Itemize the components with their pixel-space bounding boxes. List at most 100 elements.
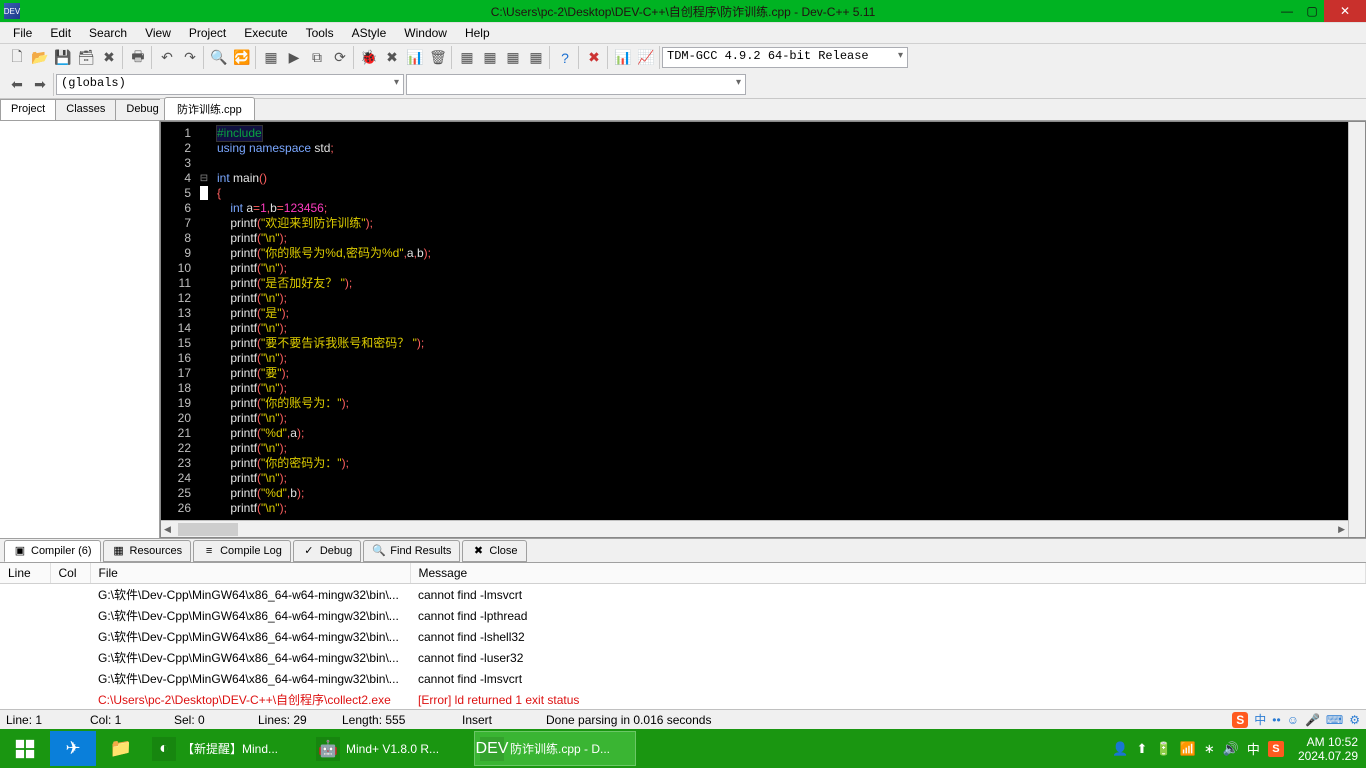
network-icon[interactable]: 📶 — [1180, 741, 1196, 757]
project-sidebar: ProjectClassesDebug — [0, 99, 160, 538]
ime-smile-icon[interactable]: ☺ — [1287, 713, 1299, 727]
output-tab[interactable]: ▦ Resources — [103, 540, 192, 562]
trash-icon[interactable]: 🗑 — [427, 47, 449, 69]
ime-gear-icon[interactable]: ⚙ — [1349, 713, 1360, 727]
bookmark-icon[interactable]: ▦ — [502, 47, 524, 69]
app-icon: DEV — [4, 3, 20, 19]
tray-icon[interactable]: 👤 — [1112, 741, 1128, 757]
compiler-output-table[interactable]: LineColFileMessage G:\软件\Dev-Cpp\MinGW64… — [0, 563, 1366, 709]
output-panel: ▣ Compiler (6)▦ Resources≡ Compile Log✓ … — [0, 539, 1366, 709]
compiler-row[interactable]: G:\软件\Dev-Cpp\MinGW64\x86_64-w64-mingw32… — [0, 668, 1366, 689]
status-sel: Sel: 0 — [174, 713, 258, 727]
bluetooth-icon[interactable]: ∗ — [1204, 741, 1215, 757]
print-icon[interactable]: 🖶 — [127, 47, 149, 69]
start-button[interactable] — [2, 731, 48, 766]
window-title: C:\Users\pc-2\Desktop\DEV-C++\自创程序\防诈训练.… — [491, 3, 876, 20]
menu-astyle[interactable]: AStyle — [343, 24, 396, 42]
run-icon[interactable]: ▶ — [283, 47, 305, 69]
output-tab[interactable]: ▣ Compiler (6) — [4, 540, 101, 562]
scope-combo[interactable]: (globals) — [56, 74, 404, 95]
project-tree[interactable] — [0, 121, 159, 538]
undo-icon[interactable]: ↶ — [156, 47, 178, 69]
member-combo[interactable] — [406, 74, 746, 95]
menu-edit[interactable]: Edit — [41, 24, 80, 42]
compiler-row[interactable]: C:\Users\pc-2\Desktop\DEV-C++\自创程序\colle… — [0, 689, 1366, 709]
close-button[interactable]: ✕ — [1324, 0, 1366, 22]
output-tab[interactable]: ✖ Close — [462, 540, 526, 562]
taskbar-app[interactable]: ◐【新提醒】Mind... — [146, 731, 308, 766]
debug-icon[interactable]: 🐞 — [358, 47, 380, 69]
compile-icon[interactable]: ▦ — [260, 47, 282, 69]
tray-icon[interactable]: ⬆ — [1137, 741, 1148, 757]
output-tab[interactable]: 🔍 Find Results — [363, 540, 460, 562]
ime-mic-icon[interactable]: 🎤 — [1305, 713, 1320, 727]
insert-icon[interactable]: ▦ — [479, 47, 501, 69]
minimize-button[interactable]: — — [1274, 0, 1300, 22]
taskbar: ✈ 📁 ◐【新提醒】Mind...🤖Mind+ V1.8.0 R...DEV防诈… — [0, 729, 1366, 768]
chart1-icon[interactable]: 📊 — [612, 47, 634, 69]
redo-icon[interactable]: ↷ — [179, 47, 201, 69]
compiler-row[interactable]: G:\软件\Dev-Cpp\MinGW64\x86_64-w64-mingw32… — [0, 584, 1366, 606]
menu-bar: FileEditSearchViewProjectExecuteToolsASt… — [0, 22, 1366, 44]
taskbar-app[interactable]: DEV防诈训练.cpp - D... — [474, 731, 636, 766]
abort-icon[interactable]: ✖ — [583, 47, 605, 69]
battery-icon[interactable]: 🔋 — [1155, 741, 1171, 757]
horizontal-scrollbar[interactable] — [161, 520, 1348, 537]
col-header[interactable]: Line — [0, 563, 50, 584]
close-file-icon[interactable]: ✖ — [98, 47, 120, 69]
replace-icon[interactable]: 🔁 — [231, 47, 253, 69]
file-tab[interactable]: 防诈训练.cpp — [164, 97, 255, 120]
col-header[interactable]: Col — [50, 563, 90, 584]
menu-search[interactable]: Search — [80, 24, 136, 42]
vertical-scrollbar[interactable] — [1348, 122, 1365, 537]
profile-icon[interactable]: 📊 — [404, 47, 426, 69]
ime-punct-icon[interactable]: •• — [1272, 713, 1280, 727]
col-header[interactable]: File — [90, 563, 410, 584]
find-icon[interactable]: 🔍 — [208, 47, 230, 69]
ime-zh-icon[interactable]: 中 — [1254, 711, 1266, 728]
menu-file[interactable]: File — [4, 24, 41, 42]
sidebar-tab-classes[interactable]: Classes — [55, 99, 116, 120]
ime-kbd-icon[interactable]: ⌨ — [1326, 713, 1343, 727]
menu-project[interactable]: Project — [180, 24, 235, 42]
sogou-icon[interactable]: S — [1232, 712, 1248, 728]
status-message: Done parsing in 0.016 seconds — [546, 713, 1232, 727]
goto-icon[interactable]: ▦ — [525, 47, 547, 69]
compile-run-icon[interactable]: ⧉ — [306, 47, 328, 69]
code-editor[interactable]: 1234567891011121314151617181920212223242… — [160, 121, 1366, 538]
sidebar-tab-project[interactable]: Project — [0, 99, 56, 120]
compiler-row[interactable]: G:\软件\Dev-Cpp\MinGW64\x86_64-w64-mingw32… — [0, 647, 1366, 668]
menu-help[interactable]: Help — [456, 24, 499, 42]
menu-tools[interactable]: Tools — [297, 24, 343, 42]
taskbar-clock[interactable]: AM 10:52 2024.07.29 — [1292, 735, 1364, 763]
rebuild-icon[interactable]: ⟳ — [329, 47, 351, 69]
menu-view[interactable]: View — [136, 24, 180, 42]
output-tab[interactable]: ✓ Debug — [293, 540, 361, 562]
save-icon[interactable]: 💾 — [52, 47, 74, 69]
compiler-row[interactable]: G:\软件\Dev-Cpp\MinGW64\x86_64-w64-mingw32… — [0, 626, 1366, 647]
open-icon[interactable]: 📂 — [29, 47, 51, 69]
menu-execute[interactable]: Execute — [235, 24, 296, 42]
compiler-combo[interactable]: TDM-GCC 4.9.2 64-bit Release — [662, 47, 908, 68]
pinned-app-1[interactable]: ✈ — [50, 731, 96, 766]
menu-window[interactable]: Window — [395, 24, 456, 42]
system-tray: 👤 ⬆ 🔋 📶 ∗ 🔊 中 S AM 10:52 2024.07.29 — [1112, 735, 1366, 763]
help-icon[interactable]: ? — [554, 47, 576, 69]
stop-icon[interactable]: ✖ — [381, 47, 403, 69]
forward-icon[interactable]: ➡ — [29, 74, 51, 96]
taskbar-app[interactable]: 🤖Mind+ V1.8.0 R... — [310, 731, 472, 766]
ime-icon[interactable]: 中 — [1247, 739, 1260, 758]
volume-icon[interactable]: 🔊 — [1223, 741, 1239, 757]
sogou-tray-icon[interactable]: S — [1268, 741, 1284, 757]
new-file-icon[interactable]: 🗋 — [6, 47, 28, 69]
chart2-icon[interactable]: 📈 — [635, 47, 657, 69]
new-class-icon[interactable]: ▦ — [456, 47, 478, 69]
toolbar-area: 🗋 📂 💾 🗃 ✖ 🖶 ↶ ↷ 🔍 🔁 ▦ ▶ ⧉ ⟳ 🐞 ✖ 📊 🗑 — [0, 44, 1366, 99]
compiler-row[interactable]: G:\软件\Dev-Cpp\MinGW64\x86_64-w64-mingw32… — [0, 605, 1366, 626]
save-all-icon[interactable]: 🗃 — [75, 47, 97, 69]
col-header[interactable]: Message — [410, 563, 1366, 584]
maximize-button[interactable]: ▢ — [1300, 0, 1324, 22]
output-tab[interactable]: ≡ Compile Log — [193, 540, 291, 562]
pinned-explorer[interactable]: 📁 — [98, 731, 144, 766]
back-icon[interactable]: ⬅ — [6, 74, 28, 96]
